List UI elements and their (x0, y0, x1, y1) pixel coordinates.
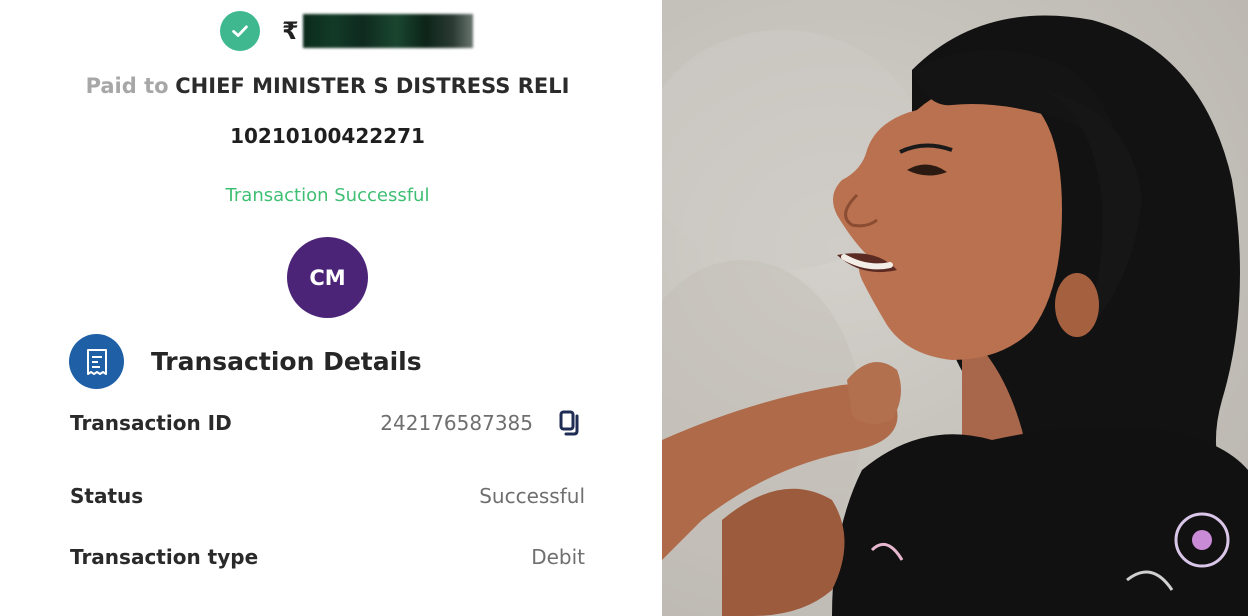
receipt-icon (69, 334, 124, 389)
payment-receipt: ₹ Paid to CHIEF MINISTER S DISTRESS RELI… (0, 0, 662, 616)
transaction-type-label: Transaction type (70, 545, 259, 569)
transaction-id-value: 242176587385 (380, 411, 533, 435)
paid-to-line: Paid to CHIEF MINISTER S DISTRESS RELI (0, 74, 655, 98)
portrait-photo (662, 0, 1248, 616)
amount-row: ₹ (220, 10, 473, 52)
transaction-id-label: Transaction ID (70, 411, 232, 435)
payee-avatar: CM (287, 237, 368, 318)
currency-symbol: ₹ (282, 17, 299, 45)
check-circle-icon (220, 11, 260, 51)
transaction-type-row: Transaction type Debit (70, 545, 585, 569)
transaction-status-message: Transaction Successful (225, 185, 430, 206)
status-label: Status (70, 484, 144, 508)
transaction-id-value-group: 242176587385 (380, 408, 585, 438)
status-value: Successful (479, 484, 585, 508)
transaction-details-header: Transaction Details (69, 334, 422, 389)
paid-to-label: Paid to (85, 74, 169, 98)
portrait-illustration (662, 15, 1248, 616)
transaction-id-row: Transaction ID 242176587385 (70, 408, 585, 438)
amount: ₹ (282, 14, 473, 48)
details-title: Transaction Details (151, 347, 422, 376)
status-row: Status Successful (70, 484, 585, 508)
copy-icon[interactable] (557, 408, 585, 438)
transaction-type-value: Debit (531, 545, 585, 569)
payee-name: CHIEF MINISTER S DISTRESS RELI (175, 74, 570, 98)
redacted-amount (302, 14, 473, 48)
account-number: 10210100422271 (230, 124, 425, 148)
